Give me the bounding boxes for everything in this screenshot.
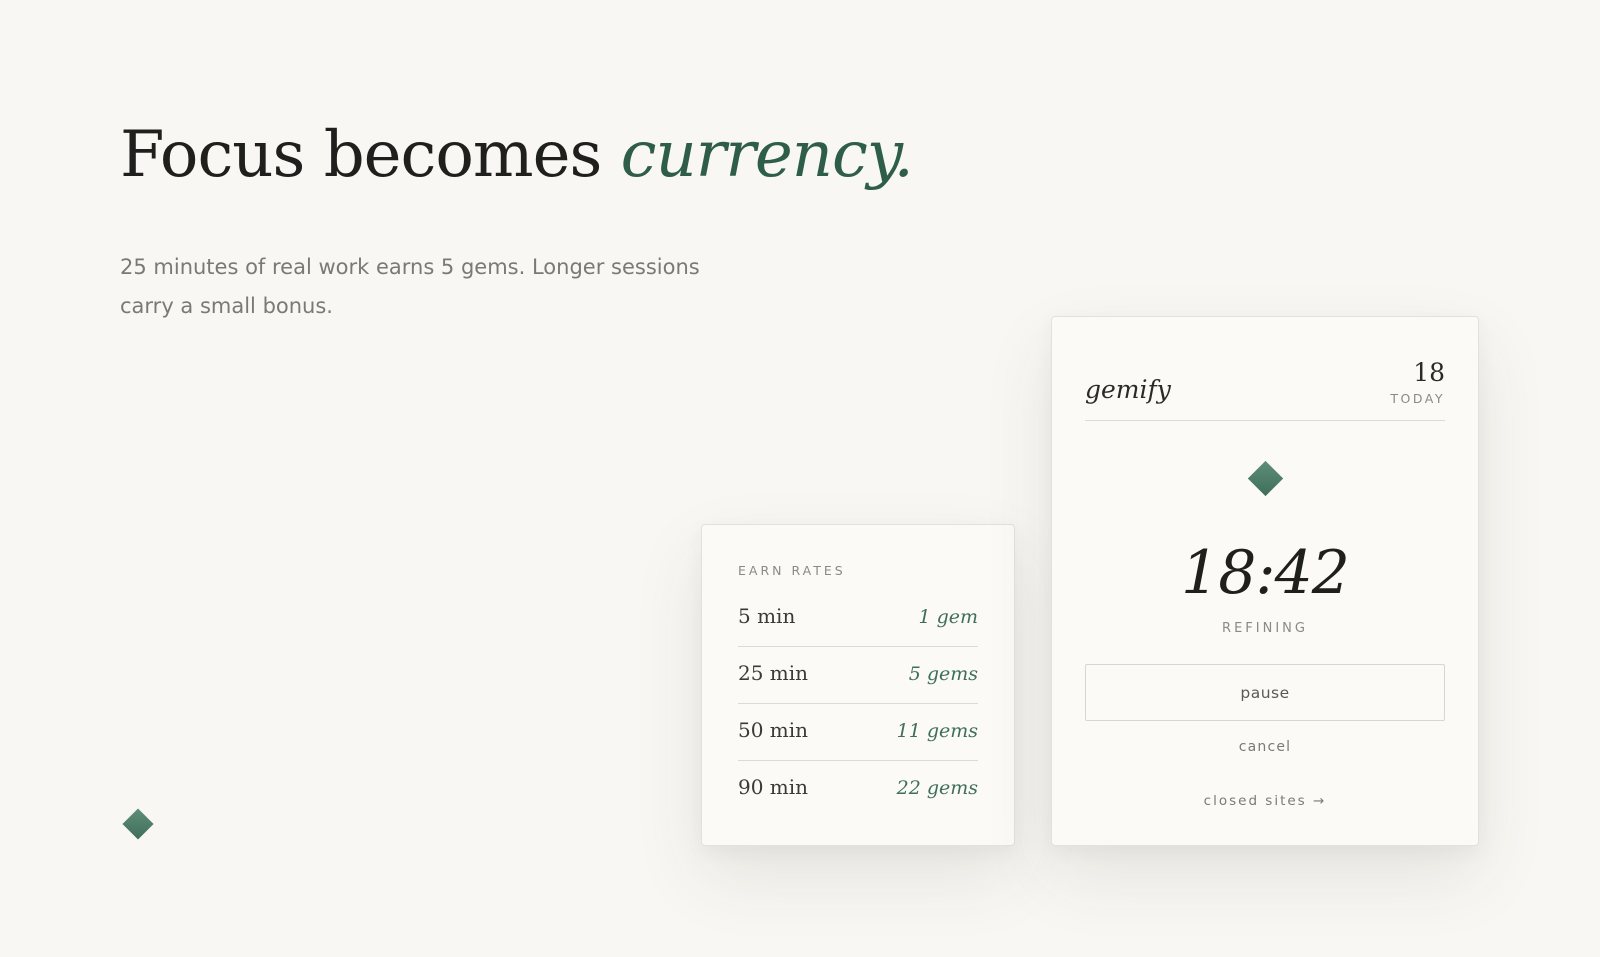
closed-sites-link[interactable]: closed sites → [1085, 793, 1445, 809]
rate-duration: 5 min [738, 604, 796, 628]
rate-duration: 25 min [738, 661, 809, 685]
today-count: 18 [1413, 358, 1445, 387]
headline-accent-text: currency. [620, 118, 914, 192]
focus-timer-card: gemify 18 TODAY 18:42 REFINING pause can… [1051, 316, 1479, 846]
rate-duration: 50 min [738, 718, 809, 742]
rate-reward: 22 gems [896, 777, 978, 799]
rate-duration: 90 min [738, 775, 809, 799]
today-label: TODAY [1390, 391, 1445, 406]
rate-reward: 5 gems [908, 663, 978, 685]
brand-logo: gemify [1085, 375, 1171, 404]
timer-header: gemify 18 TODAY [1085, 317, 1445, 421]
timer-display: 18:42 [1181, 538, 1350, 608]
cancel-link[interactable]: cancel [1085, 739, 1445, 755]
headline-main-text: Focus becomes [120, 118, 621, 192]
gem-icon [1247, 460, 1283, 497]
earn-rates-card: EARN RATES 5 min 1 gem 25 min 5 gems 50 … [701, 524, 1015, 846]
rate-row: 25 min 5 gems [738, 647, 978, 704]
rate-reward: 1 gem [918, 606, 978, 628]
timer-status: REFINING [1222, 621, 1308, 636]
rate-row: 90 min 22 gems [738, 761, 978, 818]
gem-icon-wrap [1085, 421, 1445, 539]
pause-button[interactable]: pause [1085, 664, 1445, 721]
today-counter: 18 TODAY [1390, 358, 1445, 407]
rate-reward: 11 gems [896, 720, 978, 742]
rate-row: 50 min 11 gems [738, 704, 978, 761]
earn-rates-title: EARN RATES [738, 563, 846, 578]
gem-icon [122, 808, 154, 840]
hero-headline: Focus becomes currency. [120, 118, 914, 192]
rate-row: 5 min 1 gem [738, 590, 978, 647]
hero-subcopy: 25 minutes of real work earns 5 gems. Lo… [120, 255, 700, 318]
